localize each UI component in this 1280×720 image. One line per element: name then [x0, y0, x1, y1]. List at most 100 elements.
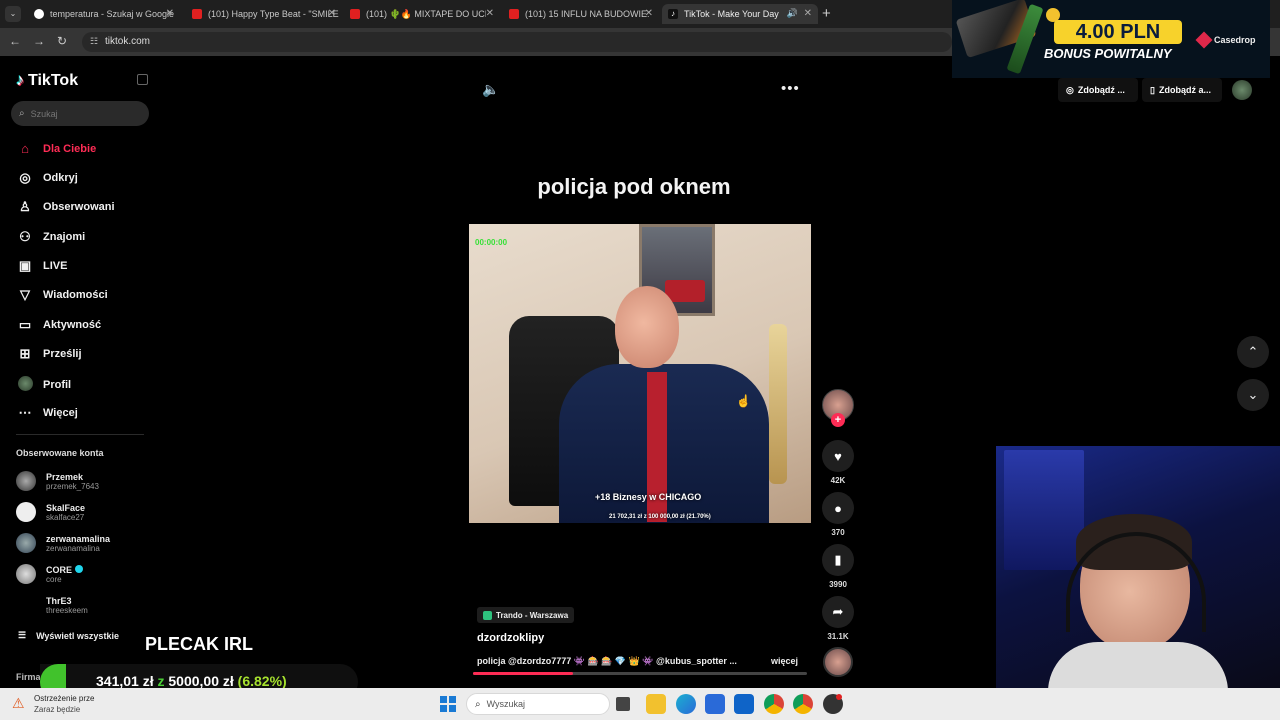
start-icon-cell [449, 696, 456, 703]
youtube-icon [509, 9, 519, 19]
more-options-icon[interactable]: ••• [781, 80, 800, 97]
forward-icon[interactable]: → [33, 34, 45, 48]
warning-icon: ⚠ [12, 695, 25, 711]
nav-explore[interactable]: ◎ Odkryj [16, 170, 78, 186]
divider [16, 434, 144, 435]
close-icon[interactable]: ✕ [328, 8, 336, 19]
video-player[interactable]: 00:00:00 +18 Biznesy w CHICAGO 21 702,31… [469, 224, 811, 523]
nav-messages[interactable]: ▽ Wiadomości [16, 287, 108, 303]
file-explorer-icon[interactable] [646, 694, 666, 714]
warning-line2: Zaraz będzie [34, 705, 81, 714]
browser-tab-active[interactable]: ♪ TikTok - Make Your Day 🔊 ✕ [662, 4, 818, 24]
comment-count: 370 [831, 528, 845, 537]
reload-icon[interactable]: ↻ [57, 34, 67, 48]
followed-account[interactable]: CORE core [16, 564, 83, 584]
location-label: Trando - Warszawa [496, 610, 569, 620]
new-tab-button[interactable]: + [822, 5, 831, 22]
tiktok-icon: ♪ [668, 9, 678, 19]
browser-tab[interactable]: (101) 15 INFLU NA BUDOWIE: L ✕ [503, 4, 659, 24]
nav-live[interactable]: ▣ LIVE [16, 258, 68, 274]
nav-for-you[interactable]: ⌂ Dla Ciebie [16, 141, 96, 156]
edge-icon[interactable] [676, 694, 696, 714]
activity-icon: ▭ [18, 317, 32, 332]
upload-icon: ⊞ [19, 346, 31, 361]
outlook-icon[interactable] [734, 694, 754, 714]
close-icon[interactable]: ✕ [804, 8, 812, 19]
followed-accounts-title: Obserwowane konta [16, 448, 104, 458]
nav-upload[interactable]: ⊞ Prześlij [16, 346, 82, 362]
tab-title: (101) 15 INFLU NA BUDOWIE: L [525, 9, 650, 19]
followed-account[interactable]: zerwanamalina zerwanamalina [16, 533, 110, 553]
more-caption-link[interactable]: więcej [771, 656, 798, 666]
nav-following[interactable]: ♙ Obserwowani [16, 199, 114, 215]
share-button[interactable]: ➦ [822, 596, 854, 628]
weather-warning-widget[interactable]: ⚠ Ostrzeżenie prze Zaraz będzie [10, 690, 120, 718]
previous-video-button[interactable]: ⌃ [1237, 336, 1269, 368]
video-overlay-text: +18 Biznesy w CHICAGO [595, 492, 702, 502]
account-name: Przemek [46, 471, 84, 482]
comment-button[interactable]: ● [822, 492, 854, 524]
tab-title: temperatura - Szukaj w Google [50, 9, 175, 19]
show-all-label: Wyświetl wszystkie [36, 630, 119, 641]
followed-account[interactable]: Przemek przemek_7643 [16, 471, 99, 491]
live-icon: ▣ [18, 258, 32, 273]
location-badge[interactable]: Trando - Warszawa [477, 607, 575, 623]
followed-account[interactable]: ThrE3 threeskeem [16, 595, 88, 615]
save-button[interactable]: ▮ [822, 544, 854, 576]
nav-activity[interactable]: ▭ Aktywność [16, 317, 101, 333]
post-author[interactable]: dzordzoklipy [477, 632, 544, 644]
promo-banner[interactable]: 4.00 PLN BONUS POWITALNY Casedrop [952, 0, 1270, 78]
sound-avatar[interactable] [823, 647, 853, 677]
get-coins-label: Zdobądź ... [1077, 85, 1125, 95]
task-view-icon[interactable] [616, 697, 630, 711]
nav-label: Wiadomości [43, 289, 108, 301]
site-info-icon[interactable]: ☷ [90, 36, 98, 47]
volume-icon[interactable]: 🔈 [482, 81, 499, 98]
taskbar-search[interactable]: ⌕ Wyszukaj [466, 693, 610, 715]
browser-tab[interactable]: (101) 🌵🔥 MIXTAPE DO UCIEC ✕ [344, 4, 500, 24]
like-button[interactable]: ♥ [822, 440, 854, 472]
tiktok-logo[interactable]: ♪ TikTok [16, 72, 78, 90]
company-link[interactable]: Firma [16, 672, 41, 682]
speaker-icon[interactable]: 🔊 [787, 8, 798, 19]
back-icon[interactable]: ← [9, 34, 21, 48]
start-icon[interactable] [440, 696, 456, 712]
close-icon[interactable]: ✕ [166, 8, 174, 19]
followed-account[interactable]: SkalFace skalface27 [16, 502, 85, 522]
close-icon[interactable]: ✕ [645, 8, 653, 19]
browser-tab[interactable]: (101) Happy Type Beat - "SMILE ✕ [186, 4, 342, 24]
follow-plus-icon[interactable]: + [831, 413, 845, 427]
search-icon: ⌕ [475, 698, 481, 710]
browser-tab[interactable]: temperatura - Szukaj w Google ✕ [28, 4, 180, 24]
nav-friends[interactable]: ⚇ Znajomi [16, 229, 85, 245]
list-icon: ☰ [18, 630, 27, 640]
get-coins-button[interactable]: ◎ Zdobądź ... [1058, 78, 1138, 102]
nav-label: Znajomi [43, 231, 86, 243]
nav-label: Aktywność [43, 319, 102, 331]
next-video-button[interactable]: ⌄ [1237, 379, 1269, 411]
taskbar-search-placeholder: Wyszukaj [486, 699, 526, 709]
search-box[interactable]: ⌕ [11, 101, 149, 126]
heart-icon: ♥ [834, 448, 842, 464]
chrome-icon[interactable] [764, 694, 784, 714]
store-icon[interactable] [705, 694, 725, 714]
collapse-sidebar-icon[interactable] [137, 74, 148, 85]
webcam-overlay [996, 446, 1280, 688]
comment-icon: ● [834, 500, 842, 516]
search-input[interactable] [30, 108, 131, 119]
close-icon[interactable]: ✕ [486, 8, 494, 19]
compass-icon: ◎ [19, 170, 31, 185]
user-avatar[interactable] [1232, 80, 1252, 100]
get-app-label: Zdobądź a... [1158, 85, 1211, 95]
video-progress-bar[interactable] [473, 672, 807, 675]
nav-label: Prześlij [43, 348, 82, 360]
chrome-active-icon[interactable] [793, 694, 813, 714]
nav-more[interactable]: ⋯ Więcej [16, 405, 78, 421]
tab-list-button[interactable]: ⌄ [5, 6, 21, 22]
lamp [769, 324, 787, 484]
logo-text: TikTok [28, 72, 79, 89]
get-app-button[interactable]: ▯ Zdobądź a... [1142, 78, 1222, 102]
show-all-link[interactable]: ☰ Wyświetl wszystkie [18, 630, 119, 641]
url-bar[interactable]: ☷ tiktok.com [82, 32, 952, 52]
nav-profile[interactable]: Profil [16, 376, 71, 394]
